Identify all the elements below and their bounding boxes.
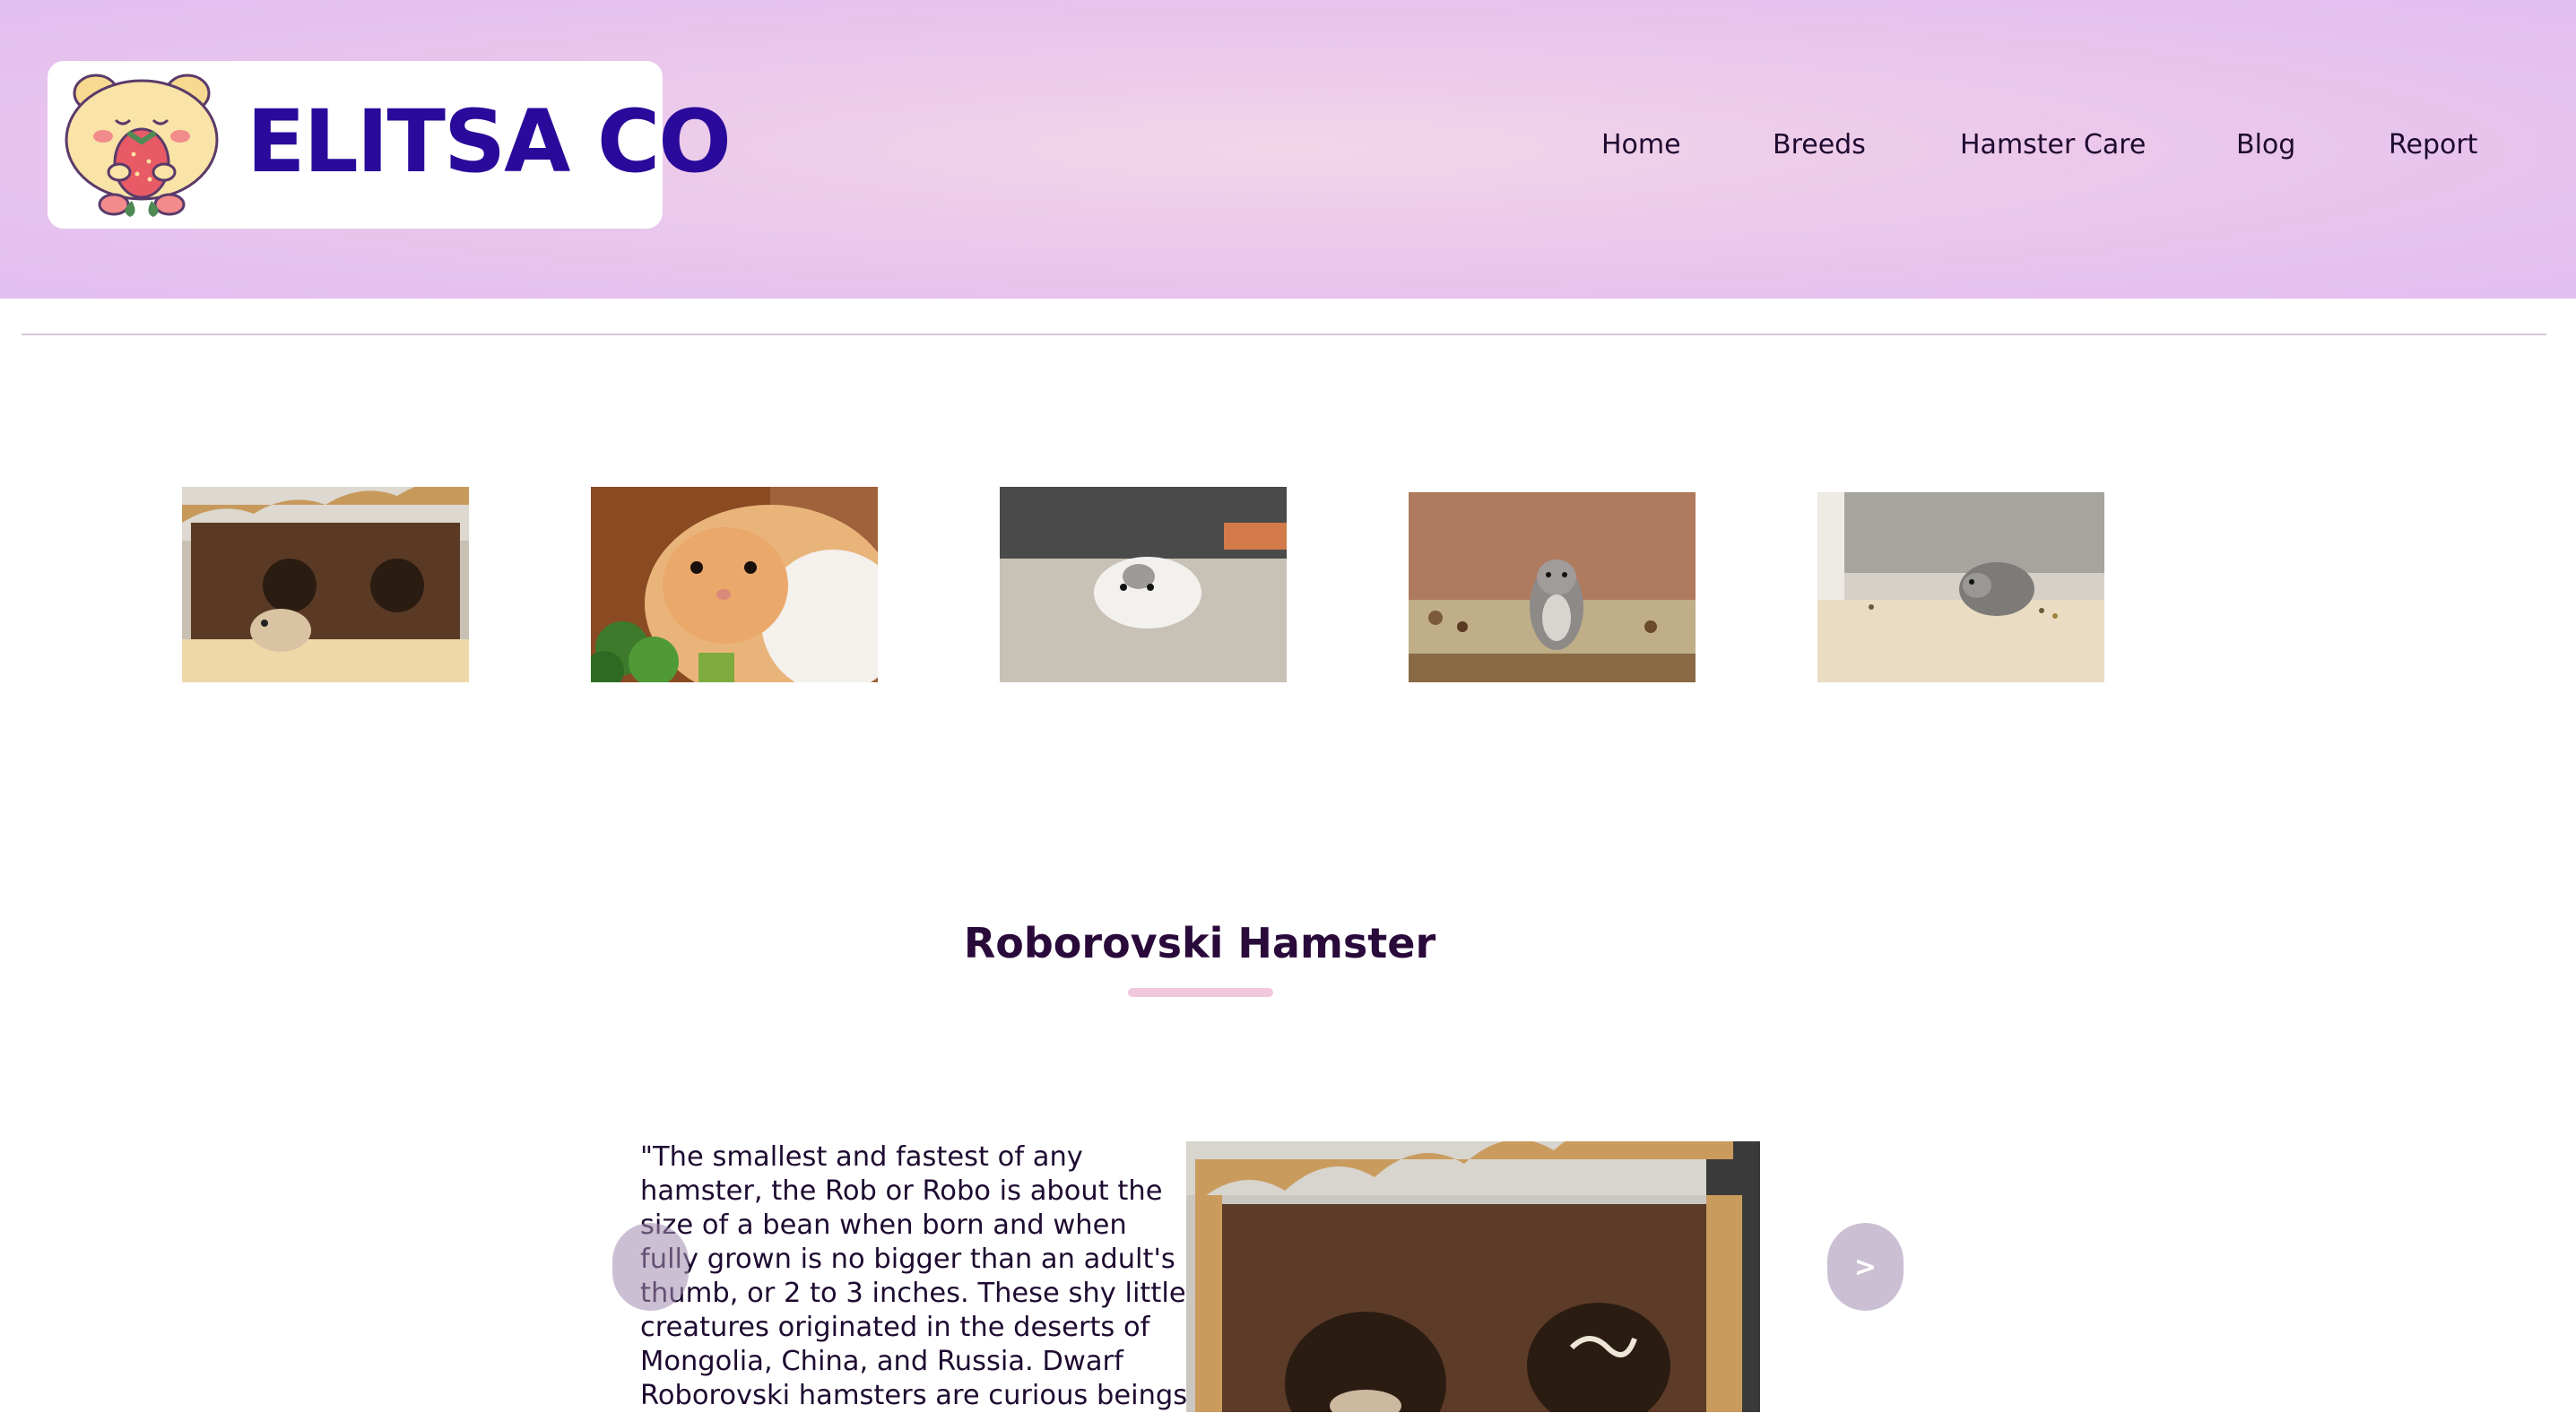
nav-breeds[interactable]: Breeds: [1773, 124, 1866, 167]
nav-hamster-care[interactable]: Hamster Care: [1960, 124, 2146, 167]
header-divider: [22, 334, 2546, 335]
gallery-thumb-2[interactable]: [591, 487, 878, 682]
title-underline: [1128, 988, 1273, 997]
gallery-thumb-3[interactable]: [1000, 487, 1287, 682]
grey-hamster-standing-photo-icon: [1409, 492, 1696, 682]
nav-home[interactable]: Home: [1601, 124, 1681, 167]
brand-name: ELITSA CO: [247, 91, 732, 192]
grey-hamster-floor-photo-icon: [1817, 492, 2104, 682]
hamster-house-photo-icon: [182, 487, 469, 682]
white-hamster-photo-icon: [1000, 487, 1287, 682]
logo[interactable]: ELITSA CO: [48, 61, 732, 229]
nav-report[interactable]: Report: [2389, 124, 2477, 167]
golden-hamster-photo-icon: [591, 487, 878, 682]
gallery-thumb-5[interactable]: [1817, 492, 2104, 682]
carousel-image: [1186, 1141, 1760, 1412]
carousel-next-button[interactable]: >: [1827, 1223, 1904, 1311]
breed-title: Roborovski Hamster: [963, 919, 1436, 967]
hamster-strawberry-icon: [65, 74, 219, 217]
hamster-house-photo-icon: [1186, 1141, 1760, 1412]
gallery-thumb-1[interactable]: [182, 487, 469, 682]
gallery-thumb-4[interactable]: [1409, 492, 1696, 682]
site-header: ELITSA CO Home Breeds Hamster Care Blog …: [0, 0, 2576, 299]
nav-blog[interactable]: Blog: [2236, 124, 2295, 167]
breed-description: "The smallest and fastest of any hamster…: [640, 1141, 1188, 1411]
carousel-prev-button[interactable]: [612, 1223, 689, 1311]
